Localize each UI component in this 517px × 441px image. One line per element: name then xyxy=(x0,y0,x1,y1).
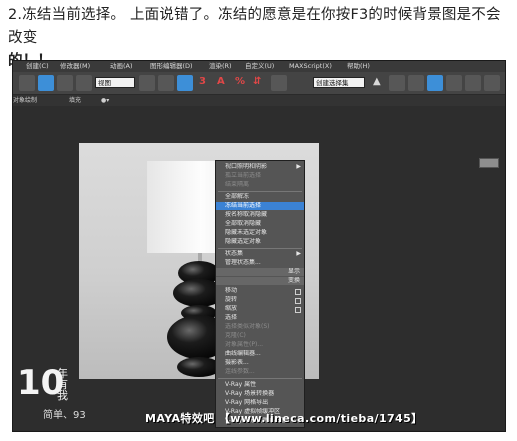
settings-box-icon[interactable] xyxy=(295,289,301,295)
menu-item-move[interactable]: 移动 xyxy=(216,287,304,295)
move-icon[interactable] xyxy=(38,75,54,91)
named-selection-icon[interactable] xyxy=(271,75,287,91)
menu-bar: 创建(C) 修改器(M) 动画(A) 图形编辑器(D) 渲染(R) 自定义(U)… xyxy=(13,61,505,72)
menu-animation[interactable]: 动画(A) xyxy=(110,61,133,72)
settings-box-icon[interactable] xyxy=(295,298,301,304)
menu-section-transform: 变换 xyxy=(216,277,304,285)
menu-item-unhide-all[interactable]: 全部取消隐藏 xyxy=(216,220,304,228)
percent-snap-icon[interactable]: % xyxy=(235,76,245,88)
menu-help[interactable]: 帮助(H) xyxy=(347,61,370,72)
main-toolbar: 视图 3 A % ⇵ 创建选择集 ▲ xyxy=(13,72,505,95)
render-setup-icon[interactable] xyxy=(465,75,481,91)
menu-item-hide-selection[interactable]: 隐藏选定对象 xyxy=(216,238,304,246)
mirror-icon[interactable]: ▲ xyxy=(373,76,381,88)
menu-graph-editors[interactable]: 图形编辑器(D) xyxy=(150,61,193,72)
menu-item-manage-state-sets[interactable]: 管理状态集... xyxy=(216,259,304,267)
menu-section-display: 显示 xyxy=(216,268,304,276)
menu-item-clone[interactable]: 克隆(C) xyxy=(216,332,304,340)
menu-item-dope-sheet[interactable]: 摄影表... xyxy=(216,359,304,367)
snap-3d-icon[interactable]: 3 xyxy=(199,76,206,88)
menu-item-scale[interactable]: 缩放 xyxy=(216,305,304,313)
menu-separator xyxy=(218,378,302,379)
selection-set-combo[interactable]: 创建选择集 xyxy=(313,77,365,88)
max-screenshot: 创建(C) 修改器(M) 动画(A) 图形编辑器(D) 渲染(R) 自定义(U)… xyxy=(12,60,506,432)
select-manipulate-icon[interactable] xyxy=(158,75,174,91)
ribbon-toggle[interactable]: ●▾ xyxy=(101,95,109,106)
watermark-site: MAYA特效吧 【www.lineca.com/tieba/1745】 xyxy=(145,412,423,425)
view-combo[interactable]: 视图 xyxy=(95,77,135,88)
quad-menu: 视口照明和阴影 ▶ 孤立当前选择 结束隔离 全部解冻 冻结当前选择 按名称取消隐藏… xyxy=(215,160,305,428)
keyboard-shortcut-icon[interactable] xyxy=(177,75,193,91)
menu-item-unfreeze-all[interactable]: 全部解冻 xyxy=(216,193,304,201)
menu-item-wire-parameters[interactable]: 连线参数... xyxy=(216,368,304,376)
menu-item-viewport-lighting[interactable]: 视口照明和阴影 ▶ xyxy=(216,163,304,171)
menu-item-isolate-selection[interactable]: 孤立当前选择 xyxy=(216,172,304,180)
menu-item-object-properties[interactable]: 对象属性(P)... xyxy=(216,341,304,349)
menu-item-state-sets[interactable]: 状态集 ▶ xyxy=(216,250,304,258)
menu-item-vray-properties[interactable]: V-Ray 属性 xyxy=(216,381,304,389)
menu-customize[interactable]: 自定义(U) xyxy=(245,61,274,72)
populate-label[interactable]: 填充 xyxy=(69,95,81,106)
menu-item-freeze-selection[interactable]: 冻结当前选择 xyxy=(216,202,304,210)
menu-modifiers[interactable]: 修改器(M) xyxy=(60,61,90,72)
menu-item-rotate[interactable]: 旋转 xyxy=(216,296,304,304)
align-icon[interactable] xyxy=(389,75,405,91)
viewcube-icon[interactable] xyxy=(479,158,499,168)
menu-rendering[interactable]: 渲染(R) xyxy=(209,61,232,72)
settings-box-icon[interactable] xyxy=(295,307,301,313)
pivot-icon[interactable] xyxy=(139,75,155,91)
menu-create[interactable]: 创建(C) xyxy=(26,61,49,72)
ribbon-bar: 对象绘制 填充 ●▾ xyxy=(13,95,505,106)
menu-separator xyxy=(218,191,302,192)
curve-editor-icon[interactable] xyxy=(427,75,443,91)
menu-item-curve-editor[interactable]: 曲线编辑器... xyxy=(216,350,304,358)
material-editor-icon[interactable] xyxy=(446,75,462,91)
submenu-arrow-icon: ▶ xyxy=(296,163,301,170)
submenu-arrow-icon: ▶ xyxy=(296,250,301,257)
post-line-1: 2.冻结当前选择。 上面说错了。冻结的愿意是在你按F3的时候背景图是不会改变 xyxy=(8,7,501,46)
select-icon[interactable] xyxy=(19,75,35,91)
menu-item-unhide-by-name[interactable]: 按名称取消隐藏 xyxy=(216,211,304,219)
menu-item-end-isolate[interactable]: 结束隔离 xyxy=(216,181,304,189)
menu-maxscript[interactable]: MAXScript(X) xyxy=(289,61,332,72)
menu-item-vray-scene-converter[interactable]: V-Ray 场景转换器 xyxy=(216,390,304,398)
watermark-user: 简单、93 xyxy=(43,410,86,421)
rotate-icon[interactable] xyxy=(57,75,73,91)
menu-item-select[interactable]: 选择 xyxy=(216,314,304,322)
render-icon[interactable] xyxy=(484,75,500,91)
menu-item-select-similar[interactable]: 选择类似对象(S) xyxy=(216,323,304,331)
layer-manager-icon[interactable] xyxy=(408,75,424,91)
watermark-logo-sub: 年有我 xyxy=(57,367,68,402)
menu-separator xyxy=(218,248,302,249)
angle-snap-icon[interactable]: A xyxy=(217,76,225,88)
scale-icon[interactable] xyxy=(76,75,92,91)
menu-item-hide-unselected[interactable]: 隐藏未选定对象 xyxy=(216,229,304,237)
menu-item-vray-mesh-export[interactable]: V-Ray 网格导出 xyxy=(216,399,304,407)
spinner-snap-icon[interactable]: ⇵ xyxy=(253,76,261,88)
object-paint-label[interactable]: 对象绘制 xyxy=(13,95,37,106)
viewport[interactable]: 视口照明和阴影 ▶ 孤立当前选择 结束隔离 全部解冻 冻结当前选择 按名称取消隐藏… xyxy=(13,106,505,431)
